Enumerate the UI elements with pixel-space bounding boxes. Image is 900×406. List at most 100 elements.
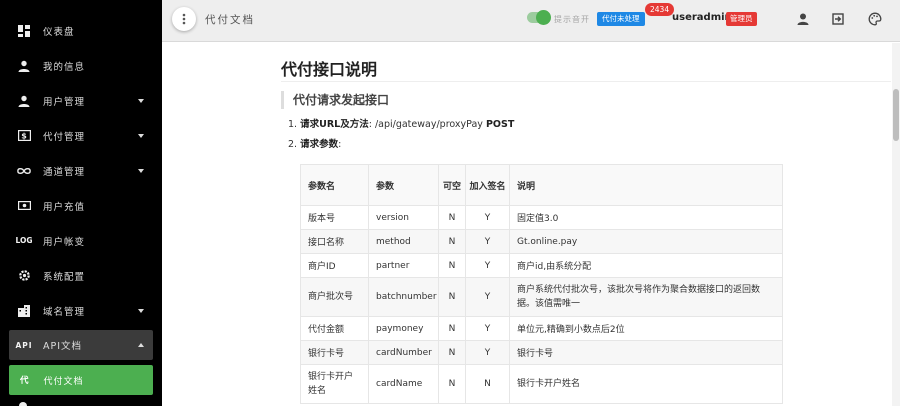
request-steps: 1. 请求URL及方法: /api/gateway/proxyPay POST … xyxy=(288,118,514,158)
cell-desc: 银行卡开户姓名 xyxy=(509,364,783,404)
request-url: /api/gateway/proxyPay xyxy=(374,119,483,130)
cell-signed: Y xyxy=(465,205,510,230)
sidebar-item-api-docs[interactable]: API API文档 xyxy=(9,330,153,360)
table-row: 版本号 version N Y 固定值3.0 xyxy=(300,205,783,230)
request-method: POST xyxy=(485,119,515,130)
cell-signed: Y xyxy=(465,340,510,365)
content-scrollbar[interactable] xyxy=(892,43,900,406)
sidebar-item-account-changes[interactable]: LOG 用户帐变 xyxy=(0,223,162,258)
step-request-url: 1. 请求URL及方法: /api/gateway/proxyPay POST xyxy=(288,118,514,138)
step-label: 请求参数 xyxy=(300,139,339,150)
sidebar-item-label: 用户充值 xyxy=(43,201,86,213)
table-row: 代付金额 paymoney N Y 单位元,精确到小数点后2位 xyxy=(300,316,783,341)
gear-icon xyxy=(17,269,31,283)
cell-signed: Y xyxy=(465,277,510,317)
cell-name: 接口名称 xyxy=(300,229,369,254)
theme-button[interactable] xyxy=(868,11,882,26)
sidebar-item-label: 用户管理 xyxy=(43,96,86,108)
sidebar-item-domain-management[interactable]: 域名管理 xyxy=(0,293,162,328)
person-icon xyxy=(797,13,809,25)
cell-name: 商户ID xyxy=(300,253,369,278)
cell-signed: Y xyxy=(465,229,510,254)
person-icon xyxy=(17,59,31,73)
section-title: 代付请求发起接口 xyxy=(281,91,389,109)
cell-param: paymoney xyxy=(368,316,439,341)
sidebar-item-label: 我的信息 xyxy=(43,61,86,73)
col-header-desc: 说明 xyxy=(509,164,783,206)
palette-icon xyxy=(868,12,882,26)
cell-optional: N xyxy=(438,253,466,278)
cash-icon xyxy=(17,199,31,213)
step-request-params: 2. 请求参数: xyxy=(288,138,514,158)
main-content: 代付接口说明 代付请求发起接口 1. 请求URL及方法: /api/gatewa… xyxy=(162,43,892,406)
cell-signed: Y xyxy=(465,253,510,278)
cell-desc: 商户id,由系统分配 xyxy=(509,253,783,278)
dashboard-icon xyxy=(17,24,31,38)
scrollbar-thumb[interactable] xyxy=(893,89,899,141)
dollar-icon: $ xyxy=(17,129,31,143)
table-header-row: 参数名 参数 可空 加入签名 说明 xyxy=(300,164,783,206)
sidebar-item-label: 通道管理 xyxy=(43,166,86,178)
sidebar: 仪表盘 我的信息 用户管理 $ 代付管理 通道管理 用户充值 LOG 用户帐变 … xyxy=(0,0,162,406)
table-row: 银行卡号 cardNumber N Y 银行卡号 xyxy=(300,340,783,365)
sidebar-item-system-config[interactable]: 系统配置 xyxy=(0,258,162,293)
logout-button[interactable] xyxy=(831,11,845,25)
cell-desc: Gt.online.pay xyxy=(509,229,783,254)
svg-text:$: $ xyxy=(21,132,28,141)
table-row: 商户批次号 batchnumber N Y 商户系统代付批次号，该批次号将作为聚… xyxy=(300,277,783,317)
sidebar-item-user-recharge[interactable]: 用户充值 xyxy=(0,188,162,223)
username: useradmin xyxy=(672,12,732,23)
cell-name: 商户批次号 xyxy=(300,277,369,317)
sidebar-item-label: 代付文档 xyxy=(43,376,84,387)
sidebar-item-label: 用户帐变 xyxy=(43,236,86,248)
cell-param: partner xyxy=(368,253,439,278)
cell-optional: N xyxy=(438,340,466,365)
table-row: 接口名称 method N Y Gt.online.pay xyxy=(300,229,783,254)
sound-toggle[interactable] xyxy=(527,10,551,25)
col-header-name: 参数名 xyxy=(300,164,369,206)
chevron-up-icon xyxy=(138,343,144,347)
sidebar-item-label: 仪表盘 xyxy=(43,26,75,38)
sidebar-subitem-payout-docs[interactable]: 代 代付文档 xyxy=(9,365,153,395)
cell-optional: N xyxy=(438,364,466,404)
top-header: 代付文档 提示音开 代付未处理 2434 useradmin 管理员 xyxy=(162,0,900,42)
more-menu-button[interactable] xyxy=(172,7,196,31)
sidebar-item-payout-management[interactable]: $ 代付管理 xyxy=(0,118,162,153)
doc-title: 代付接口说明 xyxy=(281,60,378,79)
cell-param: cardNumber xyxy=(368,340,439,365)
pending-count-badge: 2434 xyxy=(645,3,675,16)
sidebar-item-label: 代付管理 xyxy=(43,131,86,143)
sidebar-item-my-info[interactable]: 我的信息 xyxy=(0,48,162,83)
sidebar-item-label: API文档 xyxy=(43,341,83,352)
sidebar-item-user-management[interactable]: 用户管理 xyxy=(0,83,162,118)
account-button[interactable] xyxy=(796,11,810,25)
cell-signed: N xyxy=(465,364,510,404)
table-row: 银行卡开户姓名 cardName N N 银行卡开户姓名 xyxy=(300,364,783,404)
more-vertical-icon xyxy=(182,13,186,25)
page-title: 代付文档 xyxy=(205,14,255,26)
cell-name: 银行卡号 xyxy=(300,340,369,365)
infinity-icon xyxy=(17,164,31,178)
sidebar-item-dashboard[interactable]: 仪表盘 xyxy=(0,13,162,48)
person-icon xyxy=(17,94,31,108)
toggle-knob xyxy=(536,10,551,25)
table-row: 商户ID partner N Y 商户id,由系统分配 xyxy=(300,253,783,278)
step-number: 2. xyxy=(288,139,298,150)
params-table: 参数名 参数 可空 加入签名 说明 版本号 version N Y 固定值3.0… xyxy=(300,164,783,404)
exit-icon xyxy=(832,13,844,25)
role-badge: 管理员 xyxy=(726,12,757,26)
sidebar-item-channel-management[interactable]: 通道管理 xyxy=(0,153,162,188)
pending-payout-button[interactable]: 代付未处理 xyxy=(597,12,645,26)
chevron-down-icon xyxy=(138,98,144,103)
step-number: 1. xyxy=(288,119,298,130)
sidebar-next-item-icon xyxy=(17,399,29,406)
col-header-signed: 加入签名 xyxy=(465,164,510,206)
payout-docs-icon: 代 xyxy=(20,376,30,386)
api-icon: API xyxy=(15,340,33,350)
cell-name: 版本号 xyxy=(300,205,369,230)
cell-signed: Y xyxy=(465,316,510,341)
cell-name: 银行卡开户姓名 xyxy=(300,364,369,404)
cell-param: cardName xyxy=(368,364,439,404)
cell-param: version xyxy=(368,205,439,230)
sidebar-item-label: 域名管理 xyxy=(43,306,86,318)
